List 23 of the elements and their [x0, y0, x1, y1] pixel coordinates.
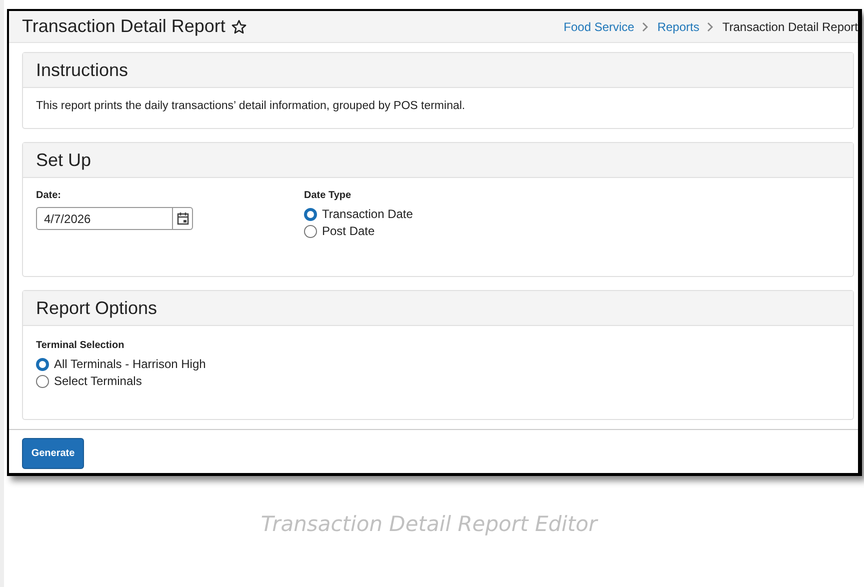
star-icon[interactable]	[231, 18, 248, 34]
figure-caption: Transaction Detail Report Editor	[260, 512, 600, 536]
breadcrumb-current: Transaction Detail Report	[722, 20, 858, 34]
radio-option[interactable]: Select Terminals	[36, 374, 142, 388]
field-label: Date:	[36, 190, 62, 201]
page-title: Transaction Detail Report	[22, 16, 226, 37]
breadcrumb-link[interactable]: Food Service	[564, 20, 634, 34]
section-title: Set Up	[36, 150, 92, 170]
date-field[interactable]: 4/7/2026	[36, 207, 173, 230]
field-label: Date Type	[304, 190, 352, 201]
breadcrumb-link[interactable]: Reports	[657, 20, 700, 34]
calendar-button[interactable]	[173, 207, 193, 230]
calendar-icon	[176, 212, 188, 225]
section-title: Instructions	[36, 60, 128, 80]
chevron-icon	[707, 22, 714, 32]
generate-button[interactable]: Generate	[22, 438, 84, 469]
radio-option[interactable]: All Terminals - Harrison High	[36, 357, 206, 371]
radio-option[interactable]: Post Date	[304, 224, 375, 238]
radio-option[interactable]: Transaction Date	[304, 207, 413, 221]
section-title: Report Options	[36, 298, 158, 318]
instructions-text: This report prints the daily transactions’ detail information, grouped by POS terminal.	[36, 100, 466, 112]
chevron-icon	[642, 22, 650, 32]
field-label: Terminal Selection	[36, 340, 126, 351]
